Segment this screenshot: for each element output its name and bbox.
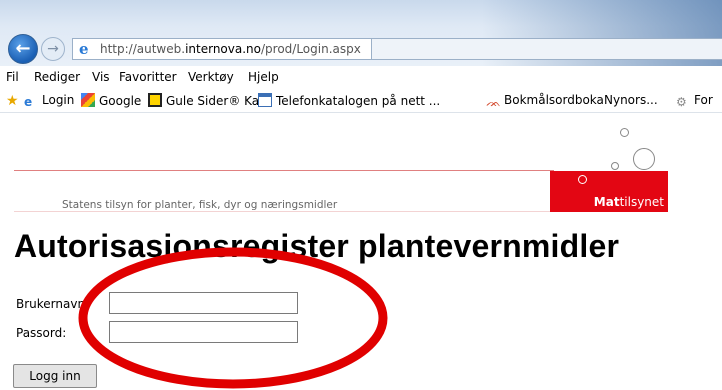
calendar-icon [258, 93, 272, 107]
google-icon [81, 93, 95, 107]
menu-favorites[interactable]: Favoritter [119, 70, 177, 84]
logo-bubble-icon [578, 175, 587, 184]
favorites-star-icon[interactable]: ★ [6, 93, 19, 109]
fav-label: Nynors... [604, 93, 658, 107]
gear-icon: ⚙ [676, 95, 687, 109]
bubble-tiny-icon [611, 162, 619, 170]
fav-label: Login [42, 93, 75, 107]
bubble-small-icon [620, 128, 629, 137]
password-label: Passord: [16, 326, 67, 340]
url-prefix: http://autweb. [100, 42, 186, 56]
fav-gule-sider[interactable]: Gule Sider® Kart [148, 93, 269, 108]
menu-tools[interactable]: Verktøy [188, 70, 234, 84]
bubble-large-icon [633, 148, 655, 170]
brand-name: Mattilsynet [593, 195, 664, 209]
tagline: Statens tilsyn for planter, fisk, dyr og… [62, 199, 338, 211]
forward-button[interactable]: → [41, 37, 65, 61]
username-label: Brukernavn: [16, 297, 90, 311]
fav-login[interactable]: e Login [24, 93, 74, 109]
fav-for[interactable]: ⚙ For [676, 93, 713, 109]
address-bar[interactable]: e http://autweb.internova.no/prod/Login.… [72, 38, 372, 60]
fav-label: For [694, 93, 713, 107]
fav-label: Google [99, 94, 142, 108]
fav-google[interactable]: Google [81, 93, 141, 108]
fav-telefonkatalogen[interactable]: Telefonkatalogen på nett ... [258, 93, 440, 108]
password-input[interactable] [109, 321, 298, 343]
address-bar-extension[interactable] [372, 38, 722, 60]
menu-help[interactable]: Hjelp [248, 70, 279, 84]
mattilsynet-logo: Mattilsynet [550, 171, 668, 212]
arrow-left-icon: ← [15, 38, 31, 59]
menu-edit[interactable]: Rediger [34, 70, 80, 84]
menu-file[interactable]: Fil [6, 70, 19, 84]
ie-page-icon: e [79, 40, 89, 58]
username-input[interactable] [109, 292, 298, 314]
gule-sider-icon [148, 93, 162, 107]
header-rule [14, 170, 554, 171]
ordbok-icon: ᨏ [486, 95, 501, 109]
back-button[interactable]: ← [8, 34, 38, 64]
address-url[interactable]: http://autweb.internova.no/prod/Login.as… [100, 42, 361, 56]
login-button[interactable]: Logg inn [13, 364, 97, 388]
fav-bokmalsordboka[interactable]: ᨏ Bokmålsordboka [486, 93, 604, 109]
fav-nynorsk[interactable]: Nynors... [604, 93, 658, 107]
url-path: /prod/Login.aspx [260, 42, 361, 56]
page-title: Autorisasjonsregister plantevernmidler [14, 228, 620, 264]
fav-label: Telefonkatalogen på nett ... [276, 94, 441, 108]
header-bottom-rule [14, 211, 554, 212]
url-domain: internova.no [185, 42, 261, 56]
menu-view[interactable]: Vis [92, 70, 110, 84]
fav-label: Bokmålsordboka [504, 93, 604, 107]
fav-label: Gule Sider® Kart [166, 94, 269, 108]
menu-bar: Fil Rediger Vis Favoritter Verktøy Hjelp [0, 66, 722, 88]
arrow-right-icon: → [47, 41, 59, 57]
ie-page-icon: e [24, 95, 33, 109]
favorites-bar: ★ e Login Google Gule Sider® Kart Telefon… [0, 88, 722, 113]
